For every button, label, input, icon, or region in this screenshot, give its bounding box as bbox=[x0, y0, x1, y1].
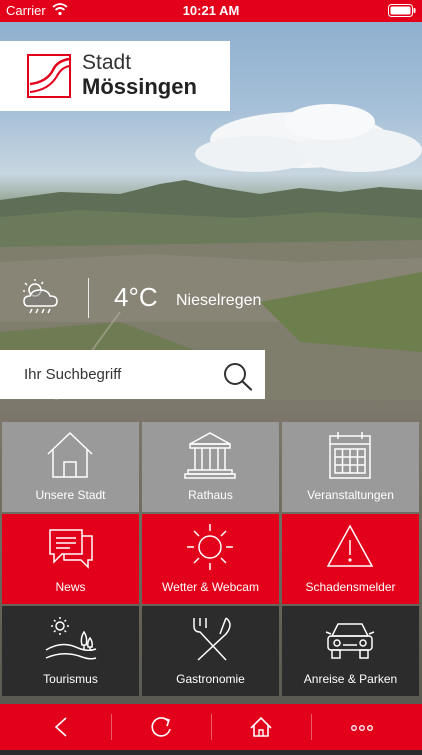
tile-anreise-parken[interactable]: Anreise & Parken bbox=[282, 606, 419, 696]
house-icon bbox=[47, 431, 93, 478]
logo-mark-icon bbox=[27, 54, 71, 98]
tile-label: Tourismus bbox=[43, 672, 98, 686]
tile-gastronomie[interactable]: Gastronomie bbox=[142, 606, 279, 696]
tile-label: News bbox=[55, 580, 86, 594]
fork-knife-icon bbox=[193, 617, 231, 661]
logo-line-stadt: Stadt bbox=[82, 51, 132, 74]
refresh-button[interactable] bbox=[111, 704, 211, 750]
refresh-icon bbox=[151, 717, 171, 737]
tile-wetter-webcam[interactable]: Wetter & Webcam bbox=[142, 514, 279, 604]
more-icon bbox=[351, 725, 373, 731]
tile-label: Rathaus bbox=[188, 488, 233, 502]
city-logo[interactable]: Stadt Mössingen bbox=[0, 41, 230, 111]
tile-label: Veranstaltungen bbox=[307, 488, 394, 502]
home-icon bbox=[250, 716, 272, 737]
calendar-icon bbox=[329, 432, 371, 479]
search-icon[interactable] bbox=[222, 361, 254, 391]
tile-label: Wetter & Webcam bbox=[162, 580, 259, 594]
more-button[interactable] bbox=[311, 704, 411, 750]
home-button[interactable] bbox=[211, 704, 311, 750]
warning-icon bbox=[326, 524, 374, 567]
bottom-toolbar bbox=[0, 704, 422, 750]
car-icon bbox=[325, 623, 375, 659]
town-hall-icon bbox=[184, 432, 236, 479]
tile-label: Schadensmelder bbox=[305, 580, 396, 594]
logo-line-city-name: Mössingen bbox=[82, 74, 197, 99]
tile-tourismus[interactable]: Tourismus bbox=[2, 606, 139, 696]
weather-temperature: 4°C bbox=[114, 282, 158, 312]
chat-bubbles-icon bbox=[49, 529, 93, 569]
sun-icon bbox=[187, 524, 233, 570]
tile-schadensmelder[interactable]: Schadensmelder bbox=[282, 514, 419, 604]
landscape-icon bbox=[45, 617, 97, 660]
battery-icon bbox=[388, 4, 416, 20]
back-icon bbox=[54, 717, 67, 737]
clock: 10:21 AM bbox=[182, 3, 240, 18]
weather-description: Nieselregen bbox=[176, 292, 262, 309]
cloud-drizzle-icon bbox=[23, 279, 58, 314]
tile-news[interactable]: News bbox=[2, 514, 139, 604]
tile-rathaus[interactable]: Rathaus bbox=[142, 422, 279, 512]
tile-label: Gastronomie bbox=[176, 672, 245, 686]
tile-unsere-stadt[interactable]: Unsere Stadt bbox=[2, 422, 139, 512]
search-input[interactable] bbox=[24, 350, 214, 399]
back-button[interactable] bbox=[10, 704, 110, 750]
weather-divider bbox=[88, 278, 89, 318]
tile-label: Unsere Stadt bbox=[35, 488, 106, 502]
tile-label: Anreise & Parken bbox=[303, 672, 398, 686]
status-bar: Carrier 10:21 AM bbox=[0, 0, 422, 22]
tile-veranstaltungen[interactable]: Veranstaltungen bbox=[282, 422, 419, 512]
